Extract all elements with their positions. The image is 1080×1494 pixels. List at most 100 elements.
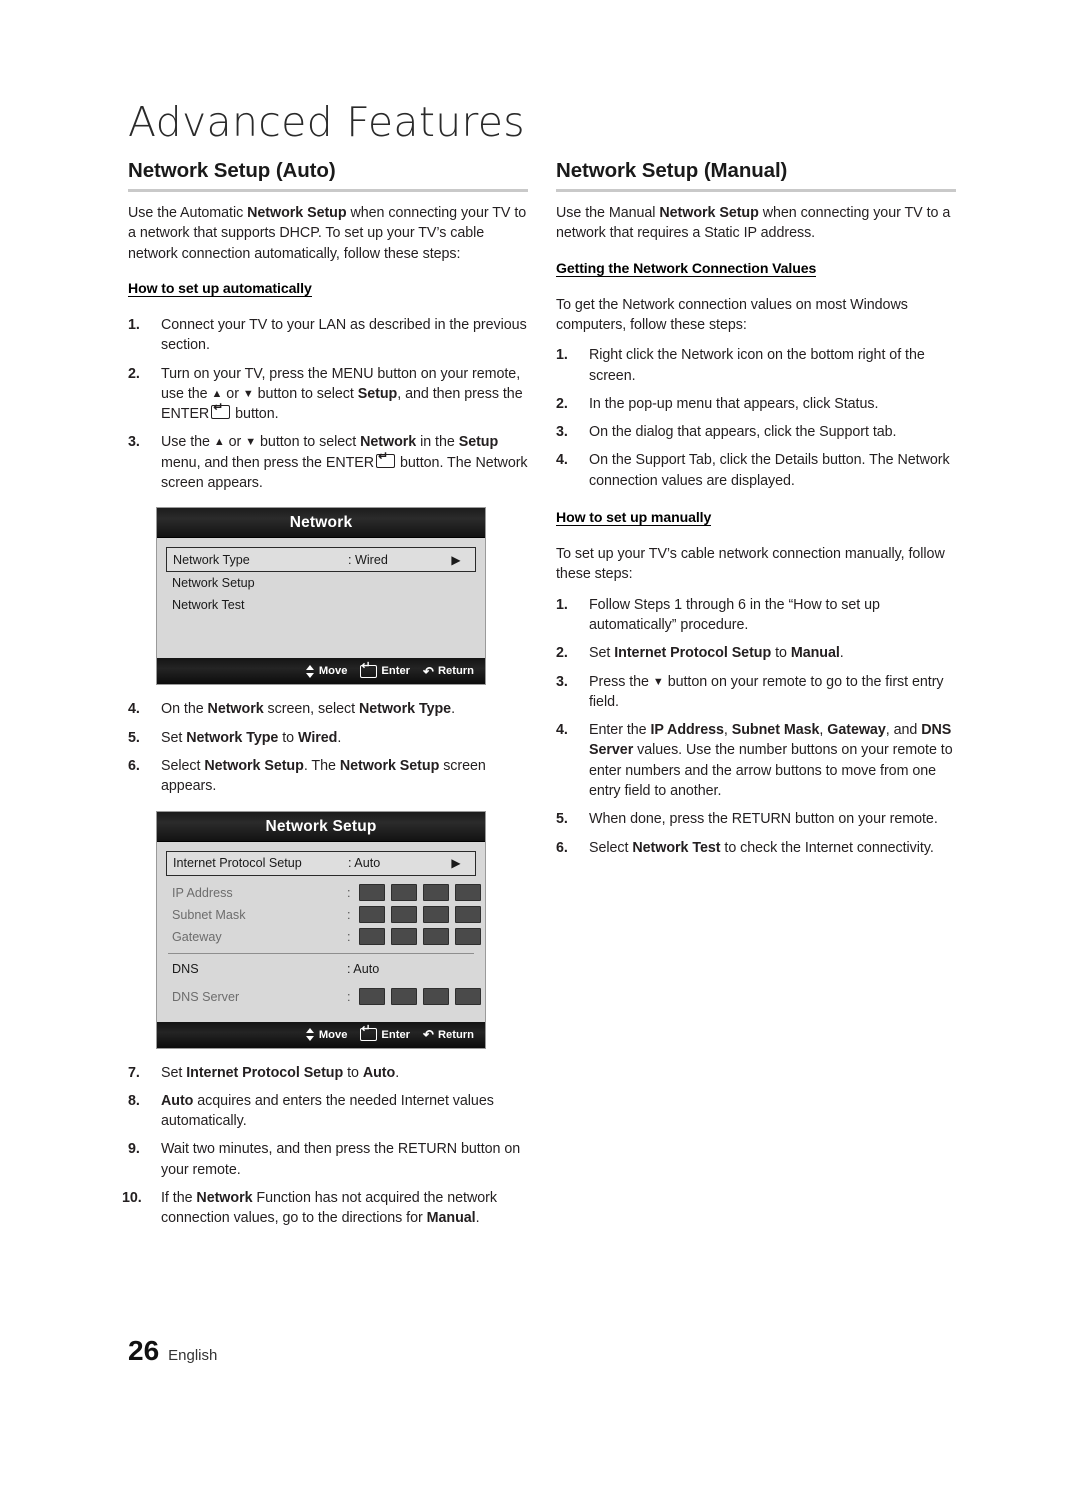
sub-heading-how-to-set-up-manually: How to set up manually: [556, 509, 712, 527]
sub-heading-auto-wrap: How to set up automatically: [128, 278, 528, 306]
osd-row-network-setup[interactable]: Network Setup: [166, 572, 476, 594]
intro-paragraph-manual: Use the Manual Network Setup when connec…: [556, 204, 951, 242]
osd-label-network-setup: Network Setup: [172, 576, 255, 591]
step-text: Auto acquires and enters the needed Inte…: [161, 1092, 494, 1130]
step-number: 1.: [128, 316, 140, 333]
list-item: 5. Set Network Type to Wired.: [128, 728, 528, 748]
list-item: 3. Use the ▲ or ▼ button to select Networ…: [128, 432, 528, 493]
step-text: When done, press the RETURN button on yo…: [589, 811, 938, 828]
section-heading-auto: Network Setup (Auto): [128, 159, 336, 182]
value-box: [422, 988, 449, 1005]
step-text: Wait two minutes, and then press the RET…: [161, 1141, 521, 1178]
value-box: [358, 988, 385, 1005]
osd-network-setup-title: Network Setup: [157, 811, 485, 842]
osd-row-subnet-mask[interactable]: Subnet Mask :: [166, 904, 481, 926]
list-item: 9. Wait two minutes, and then press the R…: [128, 1139, 528, 1180]
osd-value-ip-address: :: [347, 884, 481, 901]
page-number: 26: [128, 1335, 160, 1366]
list-item: 8. Auto acquires and enters the needed In…: [128, 1091, 528, 1132]
osd-value-network-type: : Wired: [348, 552, 388, 567]
list-item: 2. In the pop-up menu that appears, click…: [556, 394, 956, 414]
osd-row-dns-server[interactable]: DNS Server :: [166, 986, 481, 1008]
list-item: 4. On the Support Tab, click the Details …: [556, 450, 956, 491]
sub-heading-how-to-set-up-automatically: How to set up automatically: [128, 279, 312, 297]
right-column: Network Setup (Manual) Use the Manual Ne…: [556, 159, 956, 870]
step-text: Select Network Test to check the Interne…: [589, 839, 934, 856]
osd-label-ip-address: IP Address: [172, 885, 233, 900]
step-text: Use the ▲ or ▼ button to select Network …: [161, 434, 528, 491]
colon-separator: :: [347, 907, 351, 922]
step-number: 8.: [128, 1092, 140, 1109]
osd-row-gateway[interactable]: Gateway :: [166, 926, 481, 948]
value-box: [358, 884, 385, 901]
osd-row-internet-protocol-setup[interactable]: Internet Protocol Setup : Auto ▶: [166, 850, 476, 876]
osd-hint-enter: Enter: [360, 661, 410, 678]
osd-row-network-test[interactable]: Network Test: [166, 594, 476, 616]
step-text: On the Network screen, select Network Ty…: [161, 701, 455, 718]
page-footer: 26 English: [128, 1335, 217, 1367]
list-item: 5. When done, press the RETURN button on …: [556, 809, 956, 829]
osd-hint-move: Move: [305, 1028, 347, 1041]
osd-label-network-test: Network Test: [172, 598, 245, 613]
osd-row-dns[interactable]: DNS : Auto: [166, 958, 476, 980]
osd-hint-return: ↷ Return: [423, 664, 474, 679]
osd-spacer: [166, 640, 476, 652]
osd-value-dns: : Auto: [347, 961, 380, 976]
step-text: Turn on your TV, press the MENU button o…: [161, 366, 523, 423]
list-item: 7. Set Internet Protocol Setup to Auto.: [128, 1063, 528, 1083]
step-number: 3.: [128, 434, 140, 451]
left-column: Network Setup (Auto) Use the Automatic N…: [122, 159, 528, 1241]
manual-page: Advanced Features Network Setup (Auto) U…: [0, 0, 1080, 1494]
step-text: Right click the Network icon on the bott…: [589, 347, 925, 384]
steps-auto-4-6: 4. On the Network screen, select Network …: [128, 699, 528, 796]
intro-paragraph-auto: Use the Automatic Network Setup when con…: [128, 204, 527, 262]
osd-hint-return: ↷ Return: [423, 1027, 474, 1042]
step-number: 4.: [556, 722, 568, 739]
step-text: Enter the IP Address, Subnet Mask, Gatew…: [589, 722, 953, 800]
osd-divider: [168, 952, 474, 954]
value-box: [454, 988, 481, 1005]
list-item: 2. Turn on your TV, press the MENU button…: [128, 364, 528, 425]
osd-hint-move: Move: [305, 664, 347, 678]
osd-value-dns-server: :: [347, 988, 481, 1005]
value-box: [390, 928, 417, 945]
return-arrow-icon: ↷: [423, 1027, 434, 1042]
osd-row-ip-address[interactable]: IP Address :: [166, 882, 481, 904]
sub-heading-manual-wrap: How to set up manually: [556, 507, 956, 535]
value-box: [454, 884, 481, 901]
list-item: 4. Enter the IP Address, Subnet Mask, Gat…: [556, 720, 956, 801]
enter-key-icon: [360, 661, 378, 678]
osd-label-internet-protocol-setup: Internet Protocol Setup: [173, 856, 302, 870]
osd-label-dns: DNS: [172, 961, 199, 976]
step-text: Set Internet Protocol Setup to Manual.: [589, 645, 844, 662]
value-box: [454, 928, 481, 945]
intro-paragraph-windows: To get the Network connection values on …: [556, 296, 908, 333]
step-number: 4.: [556, 452, 568, 469]
step-text: Follow Steps 1 through 6 in the “How to …: [589, 596, 880, 633]
step-number: 1.: [556, 347, 568, 364]
colon-separator: :: [347, 885, 351, 900]
section-rule: [128, 188, 528, 192]
osd-label-network-type: Network Type: [173, 552, 250, 567]
step-text: In the pop-up menu that appears, click S…: [589, 395, 879, 412]
osd-network-setup-body: Internet Protocol Setup : Auto ▶ IP Addr…: [157, 841, 485, 1022]
step-number: 1.: [556, 596, 568, 613]
list-item: 2. Set Internet Protocol Setup to Manual.: [556, 643, 956, 663]
value-box: [358, 906, 385, 923]
step-number: 4.: [128, 701, 140, 718]
steps-auto-1-3: 1. Connect your TV to your LAN as describ…: [128, 315, 528, 493]
osd-value-internet-protocol-setup: : Auto: [348, 856, 381, 870]
value-box: [454, 906, 481, 923]
osd-row-network-type[interactable]: Network Type : Wired ▶: [166, 547, 476, 573]
intro-paragraph-manual-steps: To set up your TV’s cable network connec…: [556, 546, 945, 583]
colon-separator: :: [347, 929, 351, 944]
step-number: 6.: [556, 839, 568, 856]
list-item: 3. On the dialog that appears, click the …: [556, 422, 956, 442]
chevron-right-icon: ▶: [451, 552, 461, 567]
chapter-title: Advanced Features: [128, 98, 525, 146]
step-text: Press the ▼ button on your remote to go …: [589, 673, 944, 710]
enter-key-icon: [360, 1024, 378, 1041]
value-box: [422, 906, 449, 923]
list-item: 3. Press the ▼ button on your remote to g…: [556, 672, 956, 713]
step-text: Set Internet Protocol Setup to Auto.: [161, 1064, 400, 1081]
